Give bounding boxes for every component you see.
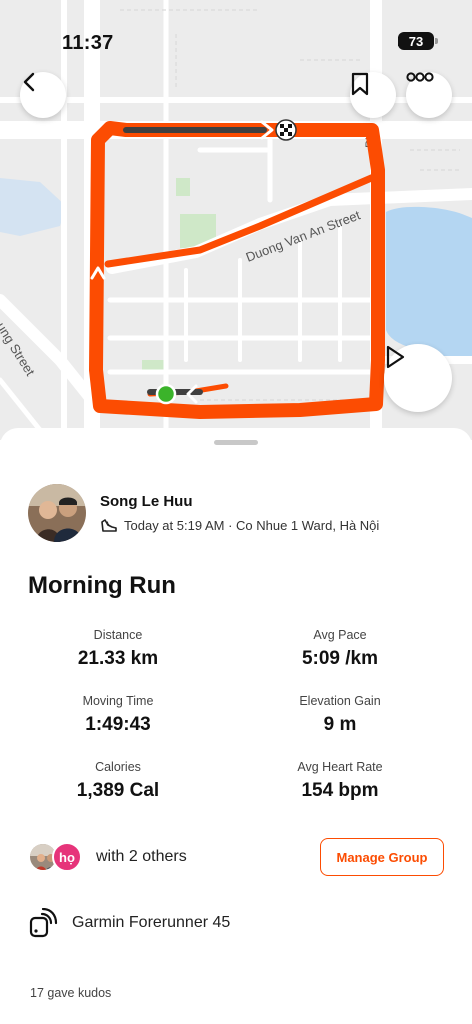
group-member-initials: họ (52, 842, 82, 872)
stat-label: Avg Pace (313, 628, 367, 642)
status-time: 11:37 (62, 32, 114, 54)
running-shoe-icon (100, 518, 118, 534)
stat-avg-pace: Avg Pace 5:09 /km (222, 628, 458, 670)
finish-marker (275, 119, 297, 141)
activity-title: Morning Run (28, 572, 176, 599)
street-label-duong-van-an: Duong Van An Street (244, 207, 363, 265)
stat-value: 154 bpm (301, 780, 379, 801)
with-others-label[interactable]: with 2 others (96, 848, 187, 866)
stat-value: 21.33 km (77, 648, 159, 669)
back-icon (23, 72, 35, 92)
device-row: Garmin Forerunner 45 (28, 908, 230, 938)
stat-label: Moving Time (82, 694, 154, 708)
activity-meta: Today at 5:19 AM · Co Nhue 1 Ward, Hà Nộ… (100, 518, 379, 534)
save-route-button[interactable] (350, 72, 396, 118)
stat-value: 9 m (323, 714, 357, 735)
stat-moving-time: Moving Time 1:49:43 (0, 694, 236, 736)
status-bar: 11:37 73 (0, 0, 472, 70)
athlete-header[interactable]: Song Le Huu Today at 5:19 AM · Co Nhue 1… (28, 484, 379, 542)
stat-distance: Distance 21.33 km (0, 628, 236, 670)
kudos-count[interactable]: 17 gave kudos (30, 986, 111, 1000)
activity-meta-text: Today at 5:19 AM · Co Nhue 1 Ward, Hà Nộ… (124, 518, 380, 533)
activity-sheet: Song Le Huu Today at 5:19 AM · Co Nhue 1… (0, 428, 472, 1024)
bookmark-icon (351, 72, 369, 96)
sheet-drag-handle[interactable] (214, 440, 258, 445)
more-options-button[interactable] (406, 72, 452, 118)
status-icons: 73 (398, 32, 438, 50)
stat-value: 1,389 Cal (76, 780, 160, 801)
start-marker (155, 383, 177, 405)
watch-sync-icon (29, 908, 58, 938)
athlete-name[interactable]: Song Le Huu (100, 493, 379, 510)
stat-label: Distance (93, 628, 143, 642)
back-button[interactable] (20, 72, 66, 118)
stat-value: 1:49:43 (85, 714, 151, 735)
battery-icon: 73 (398, 32, 438, 50)
stat-calories: Calories 1,389 Cal (0, 760, 236, 802)
stat-label: Avg Heart Rate (297, 760, 383, 774)
device-name: Garmin Forerunner 45 (72, 914, 231, 931)
manage-group-button[interactable]: Manage Group (320, 838, 444, 876)
stat-label: Calories (95, 760, 141, 774)
more-options-icon (406, 72, 434, 82)
route-map[interactable]: Duong Van An Street Phố ung Street 11:37… (0, 0, 472, 440)
group-avatars[interactable]: họ (28, 842, 84, 872)
stat-avg-heart-rate: Avg Heart Rate 154 bpm (222, 760, 458, 802)
stat-value: 5:09 /km (301, 648, 379, 669)
play-icon (386, 345, 405, 369)
stat-elevation-gain: Elevation Gain 9 m (222, 694, 458, 736)
stat-label: Elevation Gain (299, 694, 381, 708)
group-activity-row: họ with 2 others Manage Group (28, 838, 444, 876)
athlete-avatar[interactable] (28, 484, 86, 542)
flyby-play-button[interactable] (384, 344, 452, 412)
